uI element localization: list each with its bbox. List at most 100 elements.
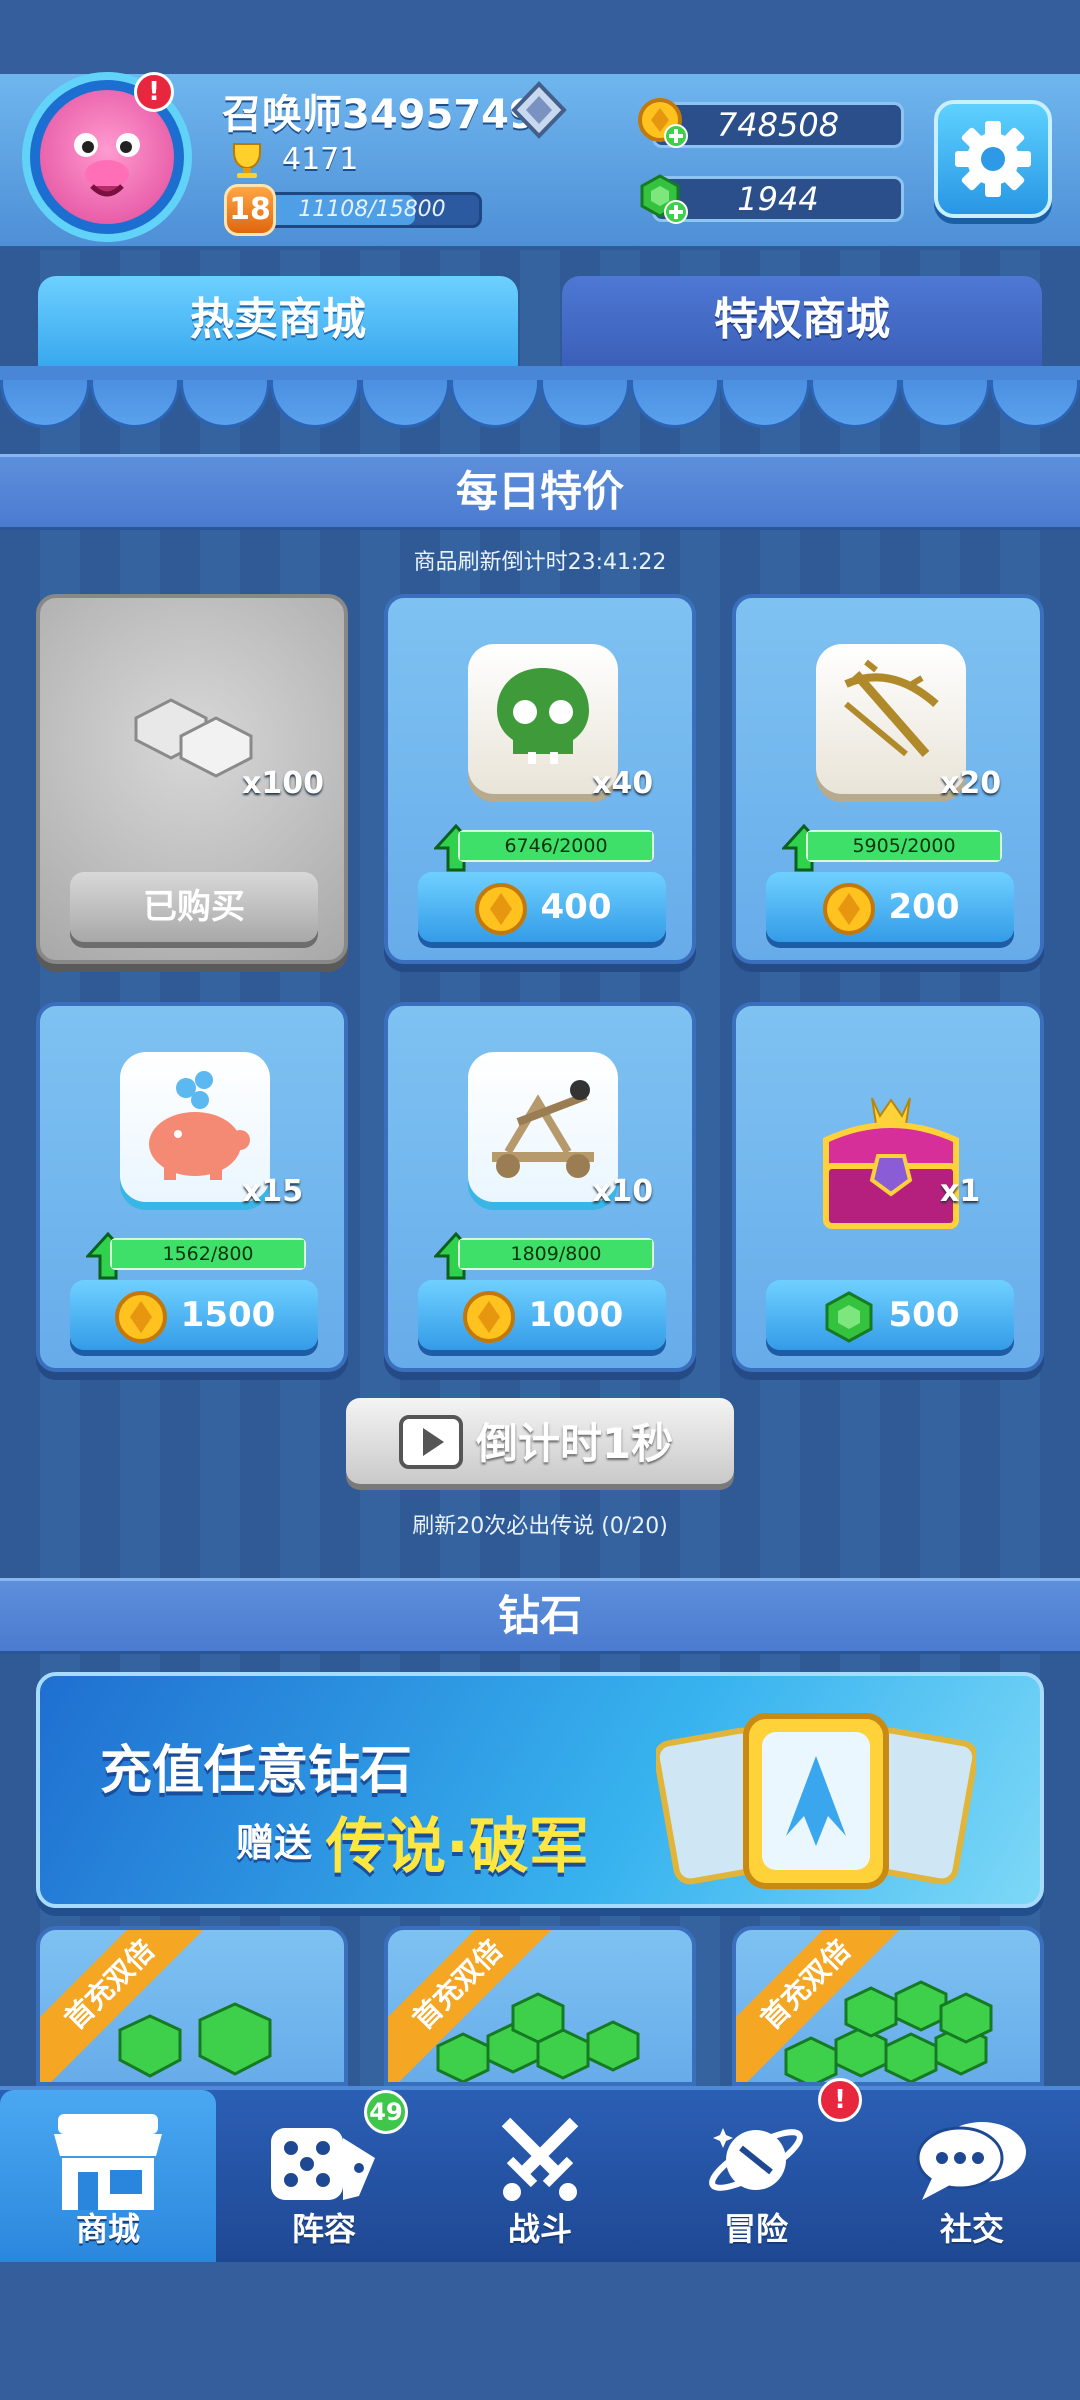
nav-shop[interactable]: 商城 [0,2090,216,2266]
awning-scallop [720,380,810,428]
level-badge: 18 [224,184,276,236]
trophy-icon [226,140,268,180]
tab-hot-shop[interactable]: 热卖商城 [38,276,518,368]
card-progress-bar: 1809/800 [458,1238,654,1270]
awning-scallop [360,380,450,428]
buy-button[interactable]: 1500 [70,1280,318,1350]
gold-coin-icon [474,882,527,935]
deal-card-chest[interactable]: x1 500 [732,1002,1044,1372]
progress-text: 5905/2000 [852,835,956,857]
refresh-countdown-label: 倒计时1秒 [476,1419,674,1468]
deal-card-catapult[interactable]: x10 1809/800 1000 [384,1002,696,1372]
diamond-pack-small[interactable]: 首充双倍 [36,1926,348,2086]
nav-label: 阵容 [291,2210,356,2248]
card-progress-bar: 5905/2000 [806,830,1002,862]
gem-pile-icon [784,1980,993,2082]
gold-coin-icon [114,1290,167,1343]
awning-scallop [0,380,90,428]
awning-scallop [990,380,1080,428]
price-label: 400 [540,887,612,927]
price-label: 1500 [180,1295,276,1335]
price-label: 200 [888,887,960,927]
deal-qty: x40 [592,766,654,801]
gem-icon [825,1290,872,1343]
recharge-promo-banner[interactable]: 充值任意钻石 赠送 传说·破军 [36,1672,1044,1908]
crossed-swords-icon [501,2117,579,2201]
adventure-alert-badge: ! [818,2078,862,2122]
nav-label: 商城 [75,2210,140,2248]
xp-text: 11108/15800 [298,197,446,222]
play-video-icon [399,1415,463,1469]
gem-pile-icon [436,1992,640,2082]
card-progress-bar: 1562/800 [110,1238,306,1270]
nav-label: 社交 [939,2210,1004,2248]
rank-emblem-icon [508,80,570,140]
deal-qty: x1 [940,1174,981,1209]
banner-highlight: 传说·破军 [326,1812,589,1882]
nav-label: 战斗 [507,2210,572,2248]
awning-scallops [0,380,1080,430]
deal-qty: x100 [242,766,324,801]
nav-battle[interactable]: 战斗 [432,2090,648,2266]
awning-scallop [90,380,180,428]
deal-qty: x15 [242,1174,304,1209]
awning-scallop [630,380,720,428]
deal-card-crossbow[interactable]: x20 5905/2000 200 [732,594,1044,964]
buy-button[interactable]: 500 [766,1280,1014,1350]
bottom-nav: 商城 49 阵容 战斗 ! 冒险 社交 [0,2078,1080,2266]
gear-icon [955,121,1031,197]
trophy-count: 4171 [282,142,359,177]
buy-button[interactable]: 1000 [418,1280,666,1350]
diamond-section-header: 钻石 [0,1578,1080,1654]
deal-qty: x20 [940,766,1002,801]
gold-coin-icon [822,882,875,935]
gold-coin-add-icon[interactable] [636,96,690,150]
treasure-chest-icon [823,1097,959,1229]
awning-scallop [180,380,270,428]
price-label: 1000 [528,1295,624,1335]
progress-text: 1809/800 [510,1243,602,1265]
buy-button[interactable]: 400 [418,872,666,942]
nav-social[interactable]: 社交 [864,2090,1080,2266]
xp-bar: 11108/15800 [262,192,482,228]
chat-icon [916,2122,1026,2200]
player-name: 召唤师3495749 [222,92,537,138]
tab-privilege-shop[interactable]: 特权商城 [562,276,1042,368]
buy-button[interactable]: 200 [766,872,1014,942]
legendary-card-icon [656,1713,976,1889]
awning-scallop [270,380,360,428]
gem-add-icon[interactable] [636,172,690,226]
price-label: 500 [888,1295,960,1335]
legend-guarantee-hint: 刷新20次必出传说 (0/20) [412,1514,668,1539]
deal-card-silver[interactable]: x100 已购买 [36,594,348,964]
gem-pile-icon [118,2002,272,2078]
avatar-alert-badge: ! [134,72,174,112]
purchased-button: 已购买 [70,872,318,942]
deal-qty: x10 [592,1174,654,1209]
awning-scallop [450,380,540,428]
nav-lineup[interactable]: 49 阵容 [216,2090,432,2266]
diamond-pack-medium[interactable]: 首充双倍 [384,1926,696,2086]
refresh-video-button[interactable]: 倒计时1秒 [346,1398,734,1484]
gold-coin-icon [462,1290,515,1343]
nav-label: 冒险 [723,2210,788,2248]
banner-gift-label: 赠送 [236,1821,313,1865]
lineup-count-badge: 49 [364,2090,408,2134]
deal-card-piggy[interactable]: x15 1562/800 1500 [36,1002,348,1372]
banner-title: 充值任意钻石 [100,1741,413,1801]
settings-button[interactable] [934,100,1052,218]
progress-text: 6746/2000 [504,835,608,857]
daily-deals-header: 每日特价 [0,454,1080,530]
status-bar [0,0,1080,74]
awning-scallop [810,380,900,428]
deal-card-skull[interactable]: x40 6746/2000 400 [384,594,696,964]
nav-adventure[interactable]: ! 冒险 [648,2078,864,2266]
shop-icon [54,2114,162,2210]
bottom-filler [0,2262,1080,2400]
refresh-countdown: 商品刷新倒计时23:41:22 [413,550,667,575]
planet-icon [709,2128,803,2191]
diamond-pack-large[interactable]: 首充双倍 [732,1926,1044,2086]
progress-text: 1562/800 [162,1243,254,1265]
awning-scallop [900,380,990,428]
card-progress-bar: 6746/2000 [458,830,654,862]
